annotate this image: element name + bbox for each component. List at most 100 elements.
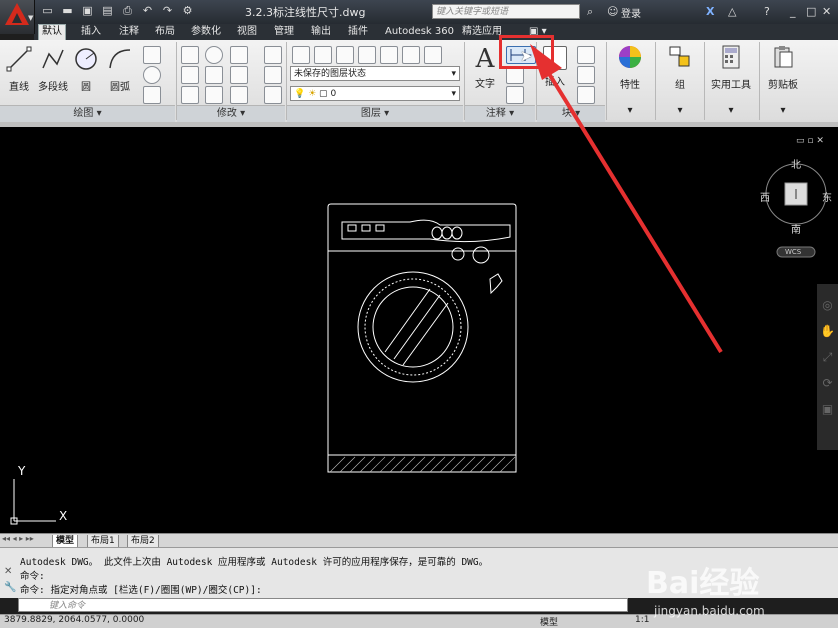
search-input[interactable]: 键入关键字或短语	[432, 4, 580, 19]
save-as-icon[interactable]: ▤	[100, 4, 115, 18]
chevron-down-icon: ▾	[780, 105, 786, 116]
stretch-icon[interactable]	[181, 86, 199, 104]
command-line-handle-icon[interactable]: ✕	[4, 566, 12, 577]
move-icon[interactable]	[181, 46, 199, 64]
tab-default[interactable]: 默认	[38, 24, 66, 41]
ellipse-icon[interactable]	[143, 66, 161, 84]
erase-icon[interactable]	[264, 46, 282, 64]
trim-icon[interactable]	[230, 46, 248, 64]
command-history-line: 命令:	[20, 571, 45, 582]
user-icon[interactable]: ☺	[607, 4, 618, 20]
layer-icon[interactable]	[336, 46, 354, 64]
tab-insert[interactable]: 插入	[78, 25, 104, 39]
print-icon[interactable]: ⎙	[120, 4, 135, 18]
arc-icon	[109, 49, 131, 69]
polyline-tool[interactable]: 多段线	[36, 46, 70, 93]
ucs-x-label: X	[59, 509, 68, 523]
polyline-label: 多段线	[38, 82, 68, 93]
scale-icon[interactable]	[205, 86, 223, 104]
command-history-line: Autodesk DWG。 此文件上次由 Autodesk 应用程序或 Auto…	[20, 557, 489, 568]
tab-output[interactable]: 输出	[308, 25, 334, 39]
minimize-icon[interactable]: _	[790, 4, 796, 20]
undo-icon[interactable]: ↶	[140, 4, 155, 18]
model-space-toggle[interactable]: 模型	[540, 615, 558, 628]
modify-panel-title[interactable]: 修改 ▾	[177, 105, 285, 122]
rotate-icon[interactable]	[205, 46, 223, 64]
open-icon[interactable]: ▬	[60, 4, 75, 18]
workspace-icon[interactable]: ⚙	[180, 4, 195, 18]
wcs-menu[interactable]: WCS	[785, 248, 801, 256]
orbit-icon[interactable]: ⟳	[817, 370, 838, 396]
maximize-icon[interactable]: □	[806, 4, 816, 20]
offset-icon[interactable]	[264, 86, 282, 104]
clipboard-tool[interactable]: 剪贴板 ▾	[764, 44, 802, 116]
document-title: 3.2.3标注线性尺寸.dwg	[245, 6, 366, 19]
tab-layout[interactable]: 布局	[152, 25, 178, 39]
tab-view[interactable]: 视图	[234, 25, 260, 39]
layer-icon[interactable]	[380, 46, 398, 64]
layers-panel-title[interactable]: 图层 ▾	[287, 105, 463, 122]
polyline-icon	[42, 49, 64, 69]
layer-properties-icon[interactable]	[292, 46, 310, 64]
layer-icon[interactable]	[358, 46, 376, 64]
ribbon-tab-bar: 默认 插入 注释 布局 参数化 视图 管理 输出 插件 Autodesk 360…	[34, 24, 838, 41]
hatch-icon[interactable]	[143, 86, 161, 104]
redo-icon[interactable]: ↷	[160, 4, 175, 18]
viewcube-east[interactable]: 东	[822, 189, 832, 204]
login-link[interactable]: 登录	[621, 5, 641, 20]
layer-icon[interactable]	[314, 46, 332, 64]
rectangle-icon[interactable]	[143, 46, 161, 64]
clipboard-icon	[774, 46, 793, 68]
line-label: 直线	[9, 82, 29, 93]
tab-parametric[interactable]: 参数化	[188, 25, 224, 39]
tab-annotate[interactable]: 注释	[116, 25, 142, 39]
application-menu-button[interactable]: ▼	[0, 0, 35, 34]
showmotion-icon[interactable]: ▣	[817, 396, 838, 422]
exchange-icon[interactable]: X	[706, 4, 714, 20]
layout-nav-icon[interactable]: ◂◂ ◂ ▸ ▸▸	[2, 534, 34, 543]
command-input[interactable]: 键入命令	[18, 598, 628, 612]
steering-wheel-icon[interactable]: ◎	[817, 292, 838, 318]
circle-tool[interactable]: 圆	[72, 46, 100, 93]
pan-icon[interactable]: ✋	[817, 318, 838, 344]
layer-icon[interactable]	[424, 46, 442, 64]
text-tool[interactable]: A 文字	[470, 46, 500, 90]
tab-autodesk360[interactable]: Autodesk 360	[382, 25, 457, 39]
circle-icon	[75, 48, 97, 70]
text-icon: A	[475, 44, 495, 74]
arc-tool[interactable]: 圆弧	[105, 46, 135, 93]
ucs-y-label: Y	[18, 464, 26, 478]
tab-manage[interactable]: 管理	[271, 25, 297, 39]
line-tool[interactable]: 直线	[5, 46, 33, 93]
viewcube-north[interactable]: 北	[791, 156, 801, 171]
baidu-jingyan-watermark: Bai经验 jingyan.baidu.com	[646, 566, 765, 618]
circle-label: 圆	[81, 82, 91, 93]
viewport-restore-icon[interactable]: ▭ ▫ ✕	[796, 136, 824, 146]
save-icon[interactable]: ▣	[80, 4, 95, 18]
fillet-icon[interactable]	[230, 66, 248, 84]
zoom-icon[interactable]: ⤢	[817, 344, 838, 370]
layer-select[interactable]: 💡 ☀ ▢ 0 ▾	[290, 86, 460, 101]
highlight-arrow	[530, 44, 723, 354]
close-icon[interactable]: ✕	[822, 4, 831, 20]
mirror-icon[interactable]	[205, 66, 223, 84]
customize-icon[interactable]: 🔧	[4, 582, 16, 593]
draw-panel-title[interactable]: 绘图 ▾	[0, 105, 175, 122]
navigation-bar[interactable]: ◎ ✋ ⤢ ⟳ ▣	[817, 284, 838, 450]
viewcube-south[interactable]: 南	[791, 221, 801, 236]
command-history-line: 命令: 指定对角点或 [栏选(F)/圈围(WP)/圈交(CP)]:	[20, 585, 262, 596]
new-icon[interactable]: ▭	[40, 4, 55, 18]
a360-icon[interactable]: △	[728, 4, 736, 20]
explode-icon[interactable]	[264, 66, 282, 84]
tab-plugins[interactable]: 插件	[345, 25, 371, 39]
copy-icon[interactable]	[181, 66, 199, 84]
layer-state-select[interactable]: 未保存的图层状态 ▾	[290, 66, 460, 81]
quick-access-toolbar: ▭ ▬ ▣ ▤ ⎙ ↶ ↷ ⚙	[40, 4, 195, 20]
viewcube-west[interactable]: 西	[760, 189, 770, 204]
chevron-down-icon: ▼	[28, 14, 34, 22]
layer-icon[interactable]	[402, 46, 420, 64]
binoculars-icon[interactable]: ⌕	[587, 4, 593, 20]
array-icon[interactable]	[230, 86, 248, 104]
coordinate-readout: 3879.8829, 2064.0577, 0.0000	[4, 615, 145, 625]
help-icon[interactable]: ?	[764, 4, 770, 20]
